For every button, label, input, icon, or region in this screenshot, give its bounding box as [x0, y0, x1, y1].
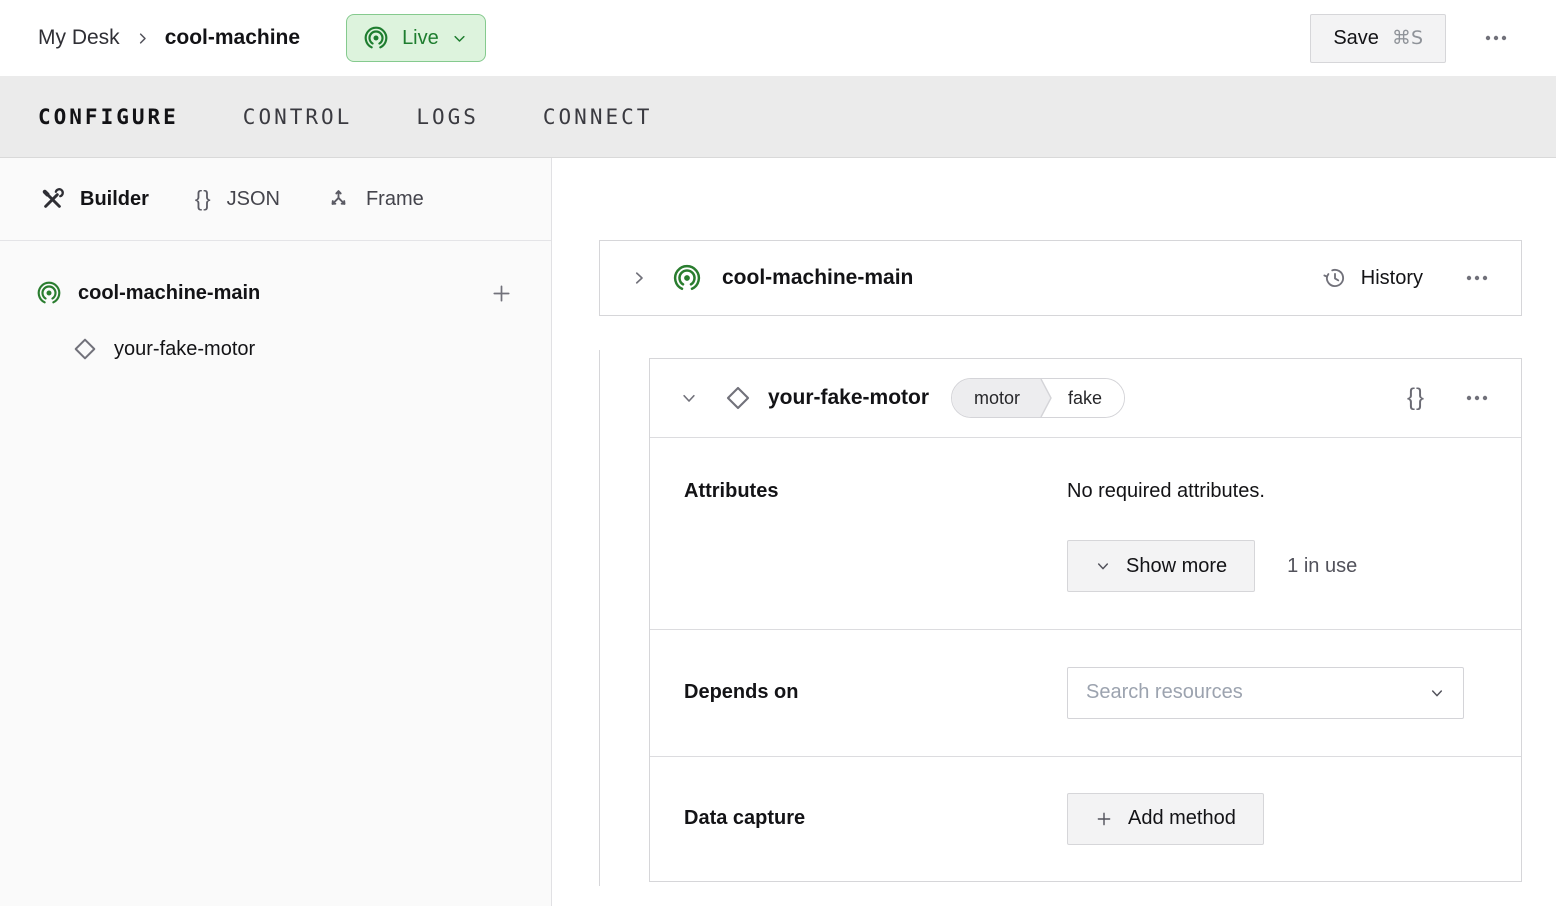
- component-card: your-fake-motor motor fake {} Attributes…: [649, 358, 1522, 882]
- view-mode-tabbar: Builder {} JSON Frame: [0, 158, 551, 241]
- add-method-label: Add method: [1128, 807, 1236, 830]
- history-button-label: History: [1360, 266, 1423, 289]
- json-braces-icon: {}: [1406, 384, 1425, 411]
- tab-configure[interactable]: CONFIGURE: [38, 105, 179, 129]
- main-nav-tabbar: CONFIGURE CONTROL LOGS CONNECT: [0, 76, 1556, 158]
- badge-divider-chevron: [1038, 379, 1054, 417]
- component-json-button[interactable]: {}: [1407, 384, 1425, 412]
- breadcrumb-current: cool-machine: [164, 26, 301, 49]
- add-resource-button[interactable]: [488, 280, 515, 307]
- data-capture-label: Data capture: [684, 807, 806, 830]
- live-status-label: Live: [402, 26, 439, 49]
- part-card-title: cool-machine-main: [722, 266, 914, 289]
- config-main-panel: cool-machine-main History your-fake-moto…: [552, 158, 1556, 906]
- app-header: My Desk cool-machine Live Save ⌘S: [0, 0, 1556, 76]
- ellipsis-icon: [1466, 395, 1488, 401]
- depends-on-section: Depends on: [650, 630, 1521, 757]
- ellipsis-icon: [1466, 275, 1488, 281]
- chevron-down-icon: [452, 31, 467, 46]
- attributes-empty-text: No required attributes.: [1067, 480, 1265, 502]
- attributes-label: Attributes: [684, 480, 779, 502]
- breadcrumb-parent-link[interactable]: My Desk: [38, 26, 120, 50]
- json-braces-icon: {}: [194, 186, 212, 211]
- header-overflow-menu-button[interactable]: [1480, 30, 1512, 46]
- component-diamond-icon: [72, 336, 98, 362]
- save-button[interactable]: Save ⌘S: [1310, 13, 1446, 63]
- badge-type: motor: [952, 379, 1039, 417]
- machine-part-icon: [672, 263, 702, 293]
- data-capture-section: Data capture Add method: [650, 757, 1521, 881]
- chevron-down-icon: [1431, 690, 1443, 697]
- view-tab-frame[interactable]: Frame: [326, 187, 424, 212]
- depends-on-label: Depends on: [684, 681, 799, 704]
- attributes-section: Attributes No required attributes. Show …: [650, 438, 1521, 631]
- part-card: cool-machine-main History: [599, 240, 1522, 316]
- component-diamond-icon: [724, 384, 752, 412]
- frame-axes-icon: [326, 187, 351, 212]
- tab-logs[interactable]: LOGS: [416, 105, 479, 129]
- add-method-button[interactable]: Add method: [1067, 792, 1264, 845]
- attributes-in-use-count: 1 in use: [1287, 554, 1358, 577]
- component-menu-button[interactable]: [1461, 390, 1493, 406]
- component-card-header: your-fake-motor motor fake {}: [650, 359, 1521, 438]
- chevron-right-icon: [635, 272, 643, 284]
- part-card-menu-button[interactable]: [1461, 270, 1493, 286]
- search-resources-input[interactable]: [1086, 681, 1429, 705]
- tab-connect[interactable]: CONNECT: [543, 105, 653, 129]
- history-button[interactable]: History: [1322, 265, 1423, 291]
- view-tab-json-label: JSON: [226, 187, 280, 210]
- config-sidebar: Builder {} JSON Frame cool-machine-main …: [0, 158, 552, 906]
- chevron-down-icon: [1097, 563, 1109, 570]
- resource-tree: cool-machine-main your-fake-motor: [0, 241, 551, 371]
- save-button-label: Save: [1333, 26, 1379, 49]
- tree-item-part-label: cool-machine-main: [78, 281, 261, 304]
- show-more-label: Show more: [1126, 554, 1228, 577]
- machine-part-icon: [36, 280, 62, 306]
- tab-control[interactable]: CONTROL: [243, 105, 353, 129]
- builder-tools-icon: [40, 187, 65, 212]
- component-card-title: your-fake-motor: [768, 386, 930, 409]
- view-tab-builder-label: Builder: [80, 187, 149, 210]
- tree-connector-line: [599, 350, 600, 886]
- view-tab-frame-label: Frame: [365, 187, 424, 210]
- component-type-badge: motor fake: [951, 378, 1126, 418]
- plus-icon: [1097, 812, 1111, 826]
- view-tab-builder[interactable]: Builder: [40, 187, 149, 212]
- breadcrumb-chevron-icon: [135, 31, 150, 46]
- tree-item-part[interactable]: cool-machine-main: [0, 271, 551, 315]
- component-collapse-button[interactable]: [678, 387, 700, 409]
- badge-model: fake: [1054, 379, 1125, 417]
- show-more-button[interactable]: Show more: [1067, 540, 1256, 592]
- depends-on-select[interactable]: [1067, 666, 1464, 719]
- ellipsis-icon: [1485, 35, 1507, 41]
- machine-live-icon: [363, 25, 389, 51]
- plus-icon: [493, 284, 510, 302]
- tree-item-component-label: your-fake-motor: [114, 337, 256, 360]
- view-tab-json[interactable]: {} JSON: [195, 186, 280, 212]
- save-shortcut-hint: ⌘S: [1391, 27, 1423, 49]
- history-clock-icon: [1322, 265, 1348, 291]
- tree-item-component[interactable]: your-fake-motor: [0, 327, 551, 371]
- live-status-dropdown[interactable]: Live: [346, 14, 486, 62]
- part-expand-button[interactable]: [628, 267, 650, 289]
- chevron-down-icon: [683, 394, 695, 402]
